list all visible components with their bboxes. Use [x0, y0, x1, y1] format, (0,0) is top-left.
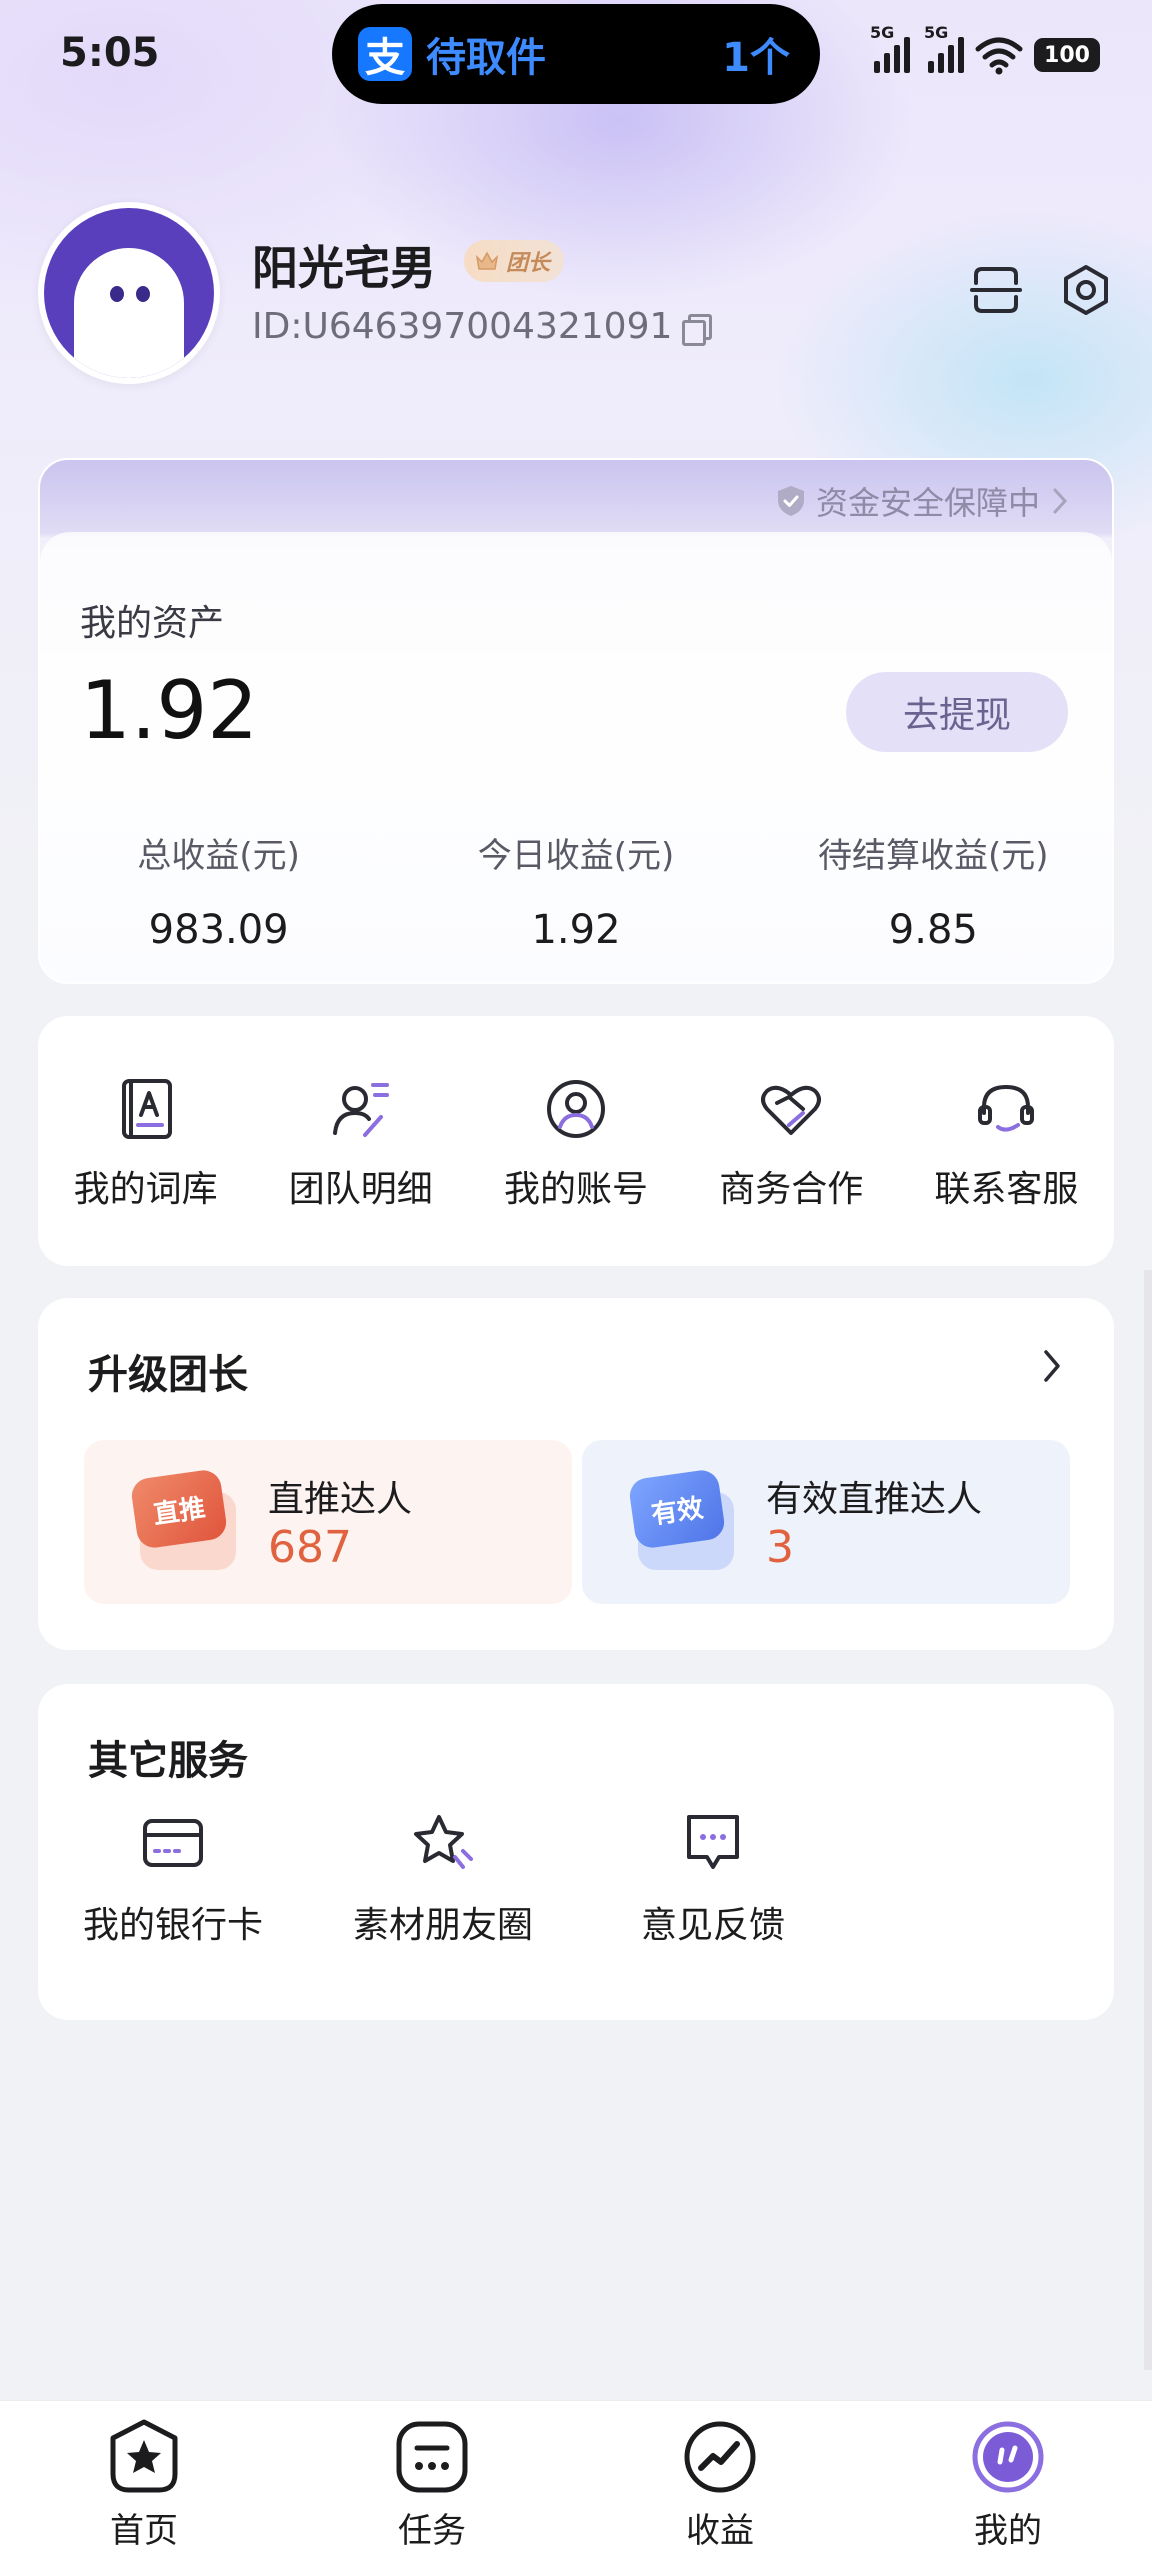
services-title: 其它服务 — [88, 1738, 248, 1784]
services-row: 我的银行卡 素材朋友圈 意见反馈 — [38, 1808, 1114, 1948]
nav-home[interactable]: 首页 — [0, 2401, 288, 2560]
direct-referrals-tile[interactable]: 直推 直推达人 687 — [84, 1440, 572, 1604]
island-count: 1个 — [722, 35, 790, 81]
service-bank-card[interactable]: 我的银行卡 — [38, 1808, 308, 1948]
tile-label: 直推达人 — [268, 1479, 413, 1520]
menu-item-label: 商务合作 — [719, 1169, 864, 1210]
nav-label: 首页 — [110, 2511, 178, 2551]
avatar[interactable] — [38, 202, 220, 384]
fund-safety-link[interactable]: 资金安全保障中 — [776, 478, 1070, 524]
signal-icon: 5G — [870, 23, 910, 73]
stat-label: 今日收益(元) — [477, 836, 675, 876]
service-label: 素材朋友圈 — [352, 1905, 533, 1946]
shield-icon — [777, 486, 804, 516]
chevron-right-icon — [1053, 488, 1068, 514]
home-star-icon — [104, 2417, 184, 2497]
nav-task[interactable]: 任务 — [288, 2401, 576, 2560]
crown-icon — [475, 251, 499, 270]
copy-icon[interactable] — [680, 312, 713, 346]
menu-item-label: 联系客服 — [934, 1169, 1079, 1210]
user-id-text: ID:U646397004321091 — [252, 306, 673, 347]
menu-item-customer-service[interactable]: 联系客服 — [899, 1016, 1114, 1266]
upgrade-title: 升级团长 — [88, 1352, 248, 1398]
nav-earnings[interactable]: 收益 — [576, 2401, 864, 2560]
assets-card: 资金安全保障中 我的资产 1.92 去提现 总收益(元) 983.09 今日收益… — [38, 458, 1114, 984]
feedback-icon — [678, 1808, 748, 1878]
user-id: ID:U646397004321091 — [252, 306, 713, 347]
island-title: 待取件 — [426, 35, 546, 81]
account-icon — [541, 1074, 611, 1144]
menu-item-business[interactable]: 商务合作 — [684, 1016, 899, 1266]
dictionary-icon — [111, 1074, 181, 1144]
upgrade-leader-card[interactable]: 升级团长 直推 直推达人 687 有效 有效直推达人 3 — [38, 1298, 1114, 1650]
nav-label: 我的 — [974, 2511, 1042, 2551]
assets-label: 我的资产 — [80, 603, 225, 644]
bank-card-icon — [138, 1808, 208, 1878]
nav-label: 收益 — [686, 2511, 754, 2551]
stat-total-earnings[interactable]: 总收益(元) 983.09 — [40, 828, 397, 953]
stat-today-earnings[interactable]: 今日收益(元) 1.92 — [397, 828, 754, 953]
header-actions — [968, 262, 1114, 318]
menu-item-label: 我的词库 — [73, 1169, 218, 1210]
battery-icon: 100 — [1034, 38, 1100, 72]
service-feedback[interactable]: 意见反馈 — [578, 1808, 848, 1948]
assets-value: 1.92 — [80, 664, 259, 757]
team-icon — [326, 1074, 396, 1144]
status-bar: 5:05 支 待取件 1个 5G 5G 100 — [0, 0, 1152, 110]
signal-icon: 5G — [924, 23, 964, 73]
badge-label: 团长 — [506, 251, 551, 276]
leader-badge: 团长 — [464, 240, 565, 282]
handshake-heart-icon — [756, 1074, 826, 1144]
assets-panel: 我的资产 1.92 去提现 总收益(元) 983.09 今日收益(元) 1.92… — [40, 532, 1112, 982]
tile-value: 3 — [766, 1522, 794, 1573]
menu-item-label: 我的账号 — [504, 1169, 649, 1210]
earnings-stats: 总收益(元) 983.09 今日收益(元) 1.92 待结算收益(元) 9.85 — [40, 828, 1112, 953]
alipay-logo-icon: 支 — [358, 27, 412, 81]
nav-label: 任务 — [398, 2511, 466, 2551]
nav-me[interactable]: 我的 — [864, 2401, 1152, 2560]
service-label: 我的银行卡 — [82, 1905, 263, 1946]
direct-badge-icon: 直推 — [129, 1468, 238, 1570]
star-moments-icon — [408, 1808, 478, 1878]
task-icon — [392, 2417, 472, 2497]
scrollbar[interactable] — [1144, 1270, 1152, 2370]
menu-item-label: 团队明细 — [288, 1169, 433, 1210]
dynamic-island-notification[interactable]: 支 待取件 1个 — [332, 4, 820, 104]
menu-item-team[interactable]: 团队明细 — [253, 1016, 468, 1266]
menu-item-account[interactable]: 我的账号 — [468, 1016, 683, 1266]
service-material-moments[interactable]: 素材朋友圈 — [308, 1808, 578, 1948]
status-time: 5:05 — [60, 30, 160, 76]
stat-value: 1.92 — [531, 907, 621, 953]
stat-label: 总收益(元) — [137, 836, 300, 876]
status-icons: 5G 5G 100 — [870, 23, 1100, 82]
withdraw-button[interactable]: 去提现 — [846, 672, 1068, 752]
bottom-nav: 首页 任务 收益 我的 — [0, 2400, 1152, 2560]
chevron-right-icon[interactable] — [1040, 1346, 1064, 1386]
headset-icon — [971, 1074, 1041, 1144]
valid-badge-icon: 有效 — [627, 1468, 736, 1570]
stat-value: 983.09 — [148, 907, 289, 953]
settings-icon[interactable] — [1058, 262, 1114, 318]
username: 阳光宅男 — [252, 241, 436, 295]
me-icon — [968, 2417, 1048, 2497]
stat-value: 9.85 — [888, 907, 978, 953]
tile-label: 有效直推达人 — [766, 1479, 983, 1520]
safety-text: 资金安全保障中 — [815, 484, 1040, 522]
tile-value: 687 — [268, 1522, 352, 1573]
scan-icon[interactable] — [968, 262, 1024, 318]
service-label: 意见反馈 — [640, 1905, 785, 1946]
other-services-card: 其它服务 我的银行卡 素材朋友圈 意见反馈 — [38, 1684, 1114, 2020]
earnings-icon — [680, 2417, 760, 2497]
quick-menu: 我的词库 团队明细 我的账号 商务合作 联系客服 — [38, 1016, 1114, 1266]
menu-item-dictionary[interactable]: 我的词库 — [38, 1016, 253, 1266]
stat-pending-earnings[interactable]: 待结算收益(元) 9.85 — [755, 828, 1112, 953]
stat-label: 待结算收益(元) — [818, 836, 1049, 876]
valid-referrals-tile[interactable]: 有效 有效直推达人 3 — [582, 1440, 1070, 1604]
wifi-icon — [975, 37, 1023, 75]
